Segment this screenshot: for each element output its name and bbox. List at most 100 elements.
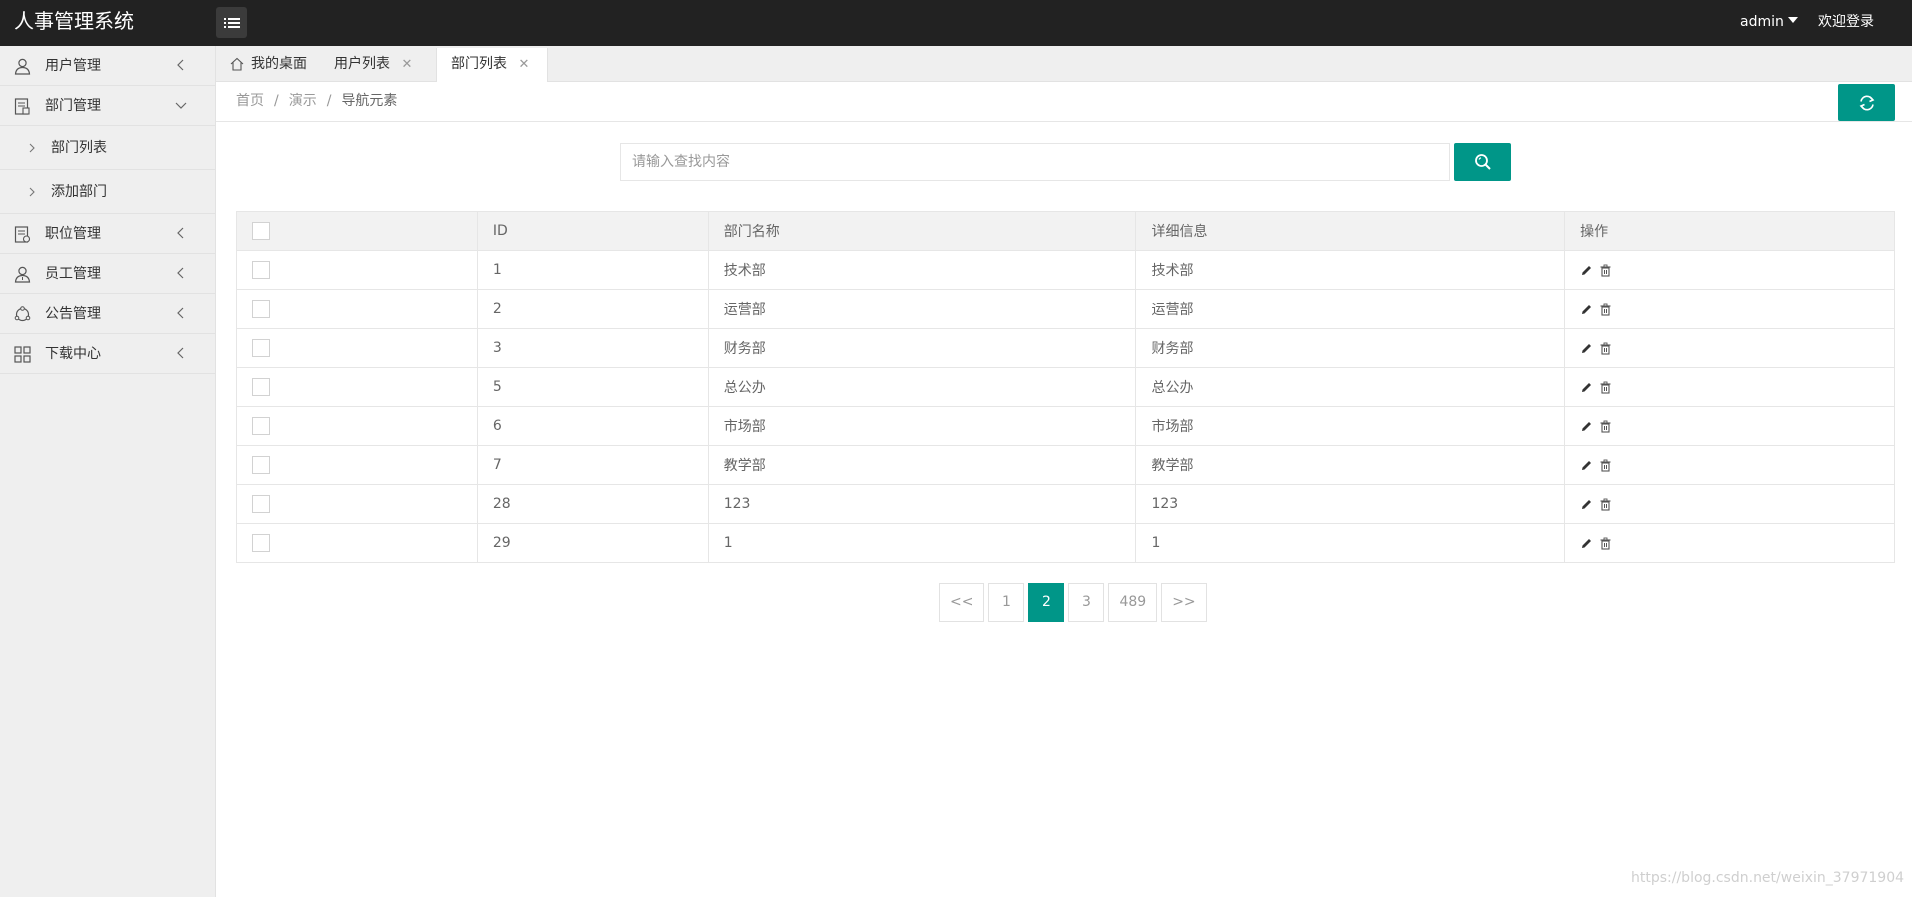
cell-detail: 技术部 — [1135, 250, 1566, 290]
edit-icon[interactable] — [1580, 537, 1593, 550]
edit-icon[interactable] — [1580, 264, 1593, 277]
breadcrumb-link-demo[interactable]: 演示 — [289, 93, 317, 109]
edit-icon[interactable] — [1580, 498, 1593, 511]
cell-id: 6 — [476, 406, 709, 446]
cell-department-name: 技术部 — [707, 250, 1137, 290]
cell-actions — [1564, 523, 1895, 563]
cell-id: 7 — [476, 445, 709, 485]
briefcase-icon — [14, 226, 31, 243]
row-checkbox[interactable] — [252, 339, 270, 357]
tab-my-desktop[interactable]: 我的桌面 — [216, 48, 312, 83]
table-row: 2 运营部 运营部 — [236, 289, 1895, 329]
trash-icon[interactable] — [1599, 498, 1612, 511]
trash-icon[interactable] — [1599, 459, 1612, 472]
cell-detail: 市场部 — [1135, 406, 1566, 446]
sidebar-item-announcement-management[interactable]: 公告管理 — [0, 294, 215, 334]
trash-icon[interactable] — [1599, 303, 1612, 316]
cell-detail: 1 — [1135, 523, 1566, 563]
table-row: 5 总公办 总公办 — [236, 367, 1895, 407]
cell-detail: 财务部 — [1135, 328, 1566, 368]
table-row: 6 市场部 市场部 — [236, 406, 1895, 446]
row-select-cell — [236, 484, 478, 524]
sidebar-item-position-management[interactable]: 职位管理 — [0, 214, 215, 254]
sidebar: 用户管理 部门管理 部门列表 添加部门 职位管理 员工管理 公告管理 下载中心 — [0, 46, 216, 897]
list-icon — [223, 17, 240, 28]
sidebar-item-department-management[interactable]: 部门管理 — [0, 86, 215, 126]
trash-icon[interactable] — [1599, 264, 1612, 277]
tab-department-list[interactable]: 部门列表 ✕ — [436, 48, 548, 83]
cell-detail: 教学部 — [1135, 445, 1566, 485]
cell-id: 1 — [476, 250, 709, 290]
sidebar-subitem-add-department[interactable]: 添加部门 — [0, 170, 215, 214]
chevron-left-icon — [177, 267, 184, 279]
edit-icon[interactable] — [1580, 420, 1593, 433]
row-select-cell — [236, 289, 478, 329]
chevron-left-icon — [177, 59, 184, 71]
cell-id: 28 — [476, 484, 709, 524]
page-next[interactable]: >> — [1161, 583, 1207, 622]
sidebar-item-label: 公告管理 — [45, 306, 101, 322]
chevron-left-icon — [177, 227, 184, 239]
page-link[interactable]: 1 — [988, 583, 1025, 622]
row-checkbox[interactable] — [252, 456, 270, 474]
table-header-row: ID 部门名称 详细信息 操作 — [236, 211, 1895, 251]
sidebar-item-download-center[interactable]: 下载中心 — [0, 334, 215, 374]
cell-department-name: 运营部 — [707, 289, 1137, 329]
cell-department-name: 教学部 — [707, 445, 1137, 485]
row-checkbox[interactable] — [252, 378, 270, 396]
cell-detail: 总公办 — [1135, 367, 1566, 407]
trash-icon[interactable] — [1599, 381, 1612, 394]
select-all-checkbox[interactable] — [252, 222, 270, 240]
sidebar-item-employee-management[interactable]: 员工管理 — [0, 254, 215, 294]
close-icon[interactable]: ✕ — [517, 48, 531, 81]
page-last[interactable]: 489 — [1108, 583, 1158, 622]
row-checkbox[interactable] — [252, 417, 270, 435]
welcome-login-link[interactable]: 欢迎登录 — [1818, 0, 1874, 44]
breadcrumb-bar: 首页 / 演示 / 导航元素 — [216, 82, 1912, 122]
menu-toggle-button[interactable] — [216, 7, 247, 38]
cell-actions — [1564, 289, 1895, 329]
table-row: 7 教学部 教学部 — [236, 445, 1895, 485]
document-icon — [14, 98, 30, 115]
cell-actions — [1564, 406, 1895, 446]
cell-id: 29 — [476, 523, 709, 563]
chevron-left-icon — [177, 307, 184, 319]
sidebar-subitem-label: 部门列表 — [51, 140, 107, 156]
user-dropdown[interactable]: admin — [1740, 0, 1798, 44]
page-prev[interactable]: << — [939, 583, 985, 622]
chevron-down-icon — [175, 102, 187, 109]
trash-icon[interactable] — [1599, 537, 1612, 550]
sidebar-subitem-department-list[interactable]: 部门列表 — [0, 126, 215, 170]
sidebar-item-user-management[interactable]: 用户管理 — [0, 46, 215, 86]
row-checkbox[interactable] — [252, 495, 270, 513]
row-checkbox[interactable] — [252, 300, 270, 318]
cell-detail: 123 — [1135, 484, 1566, 524]
row-select-cell — [236, 250, 478, 290]
edit-icon[interactable] — [1580, 459, 1593, 472]
row-checkbox[interactable] — [252, 261, 270, 279]
announcement-icon — [14, 306, 31, 322]
row-checkbox[interactable] — [252, 534, 270, 552]
edit-icon[interactable] — [1580, 303, 1593, 316]
header-select-all — [236, 211, 478, 251]
page-link[interactable]: 3 — [1068, 583, 1105, 622]
breadcrumb-separator: / — [326, 93, 332, 109]
breadcrumb-current: 导航元素 — [341, 93, 398, 109]
cell-detail: 运营部 — [1135, 289, 1566, 329]
search-input[interactable] — [620, 143, 1450, 181]
department-table: ID 部门名称 详细信息 操作 1 技术部 技术部 2 运营部 运营部 3 财务部 财务部 5 总公… — [236, 211, 1895, 563]
close-icon[interactable]: ✕ — [400, 48, 414, 81]
cell-department-name: 总公办 — [707, 367, 1137, 407]
search-button[interactable] — [1454, 143, 1511, 181]
refresh-button[interactable] — [1838, 84, 1895, 121]
chevron-left-icon — [177, 347, 184, 359]
edit-icon[interactable] — [1580, 381, 1593, 394]
trash-icon[interactable] — [1599, 342, 1612, 355]
home-icon — [230, 57, 244, 71]
breadcrumb-link-home[interactable]: 首页 — [236, 93, 264, 109]
table-row: 1 技术部 技术部 — [236, 250, 1895, 290]
page-current[interactable]: 2 — [1028, 583, 1065, 622]
edit-icon[interactable] — [1580, 342, 1593, 355]
sidebar-item-label: 用户管理 — [45, 58, 101, 74]
trash-icon[interactable] — [1599, 420, 1612, 433]
